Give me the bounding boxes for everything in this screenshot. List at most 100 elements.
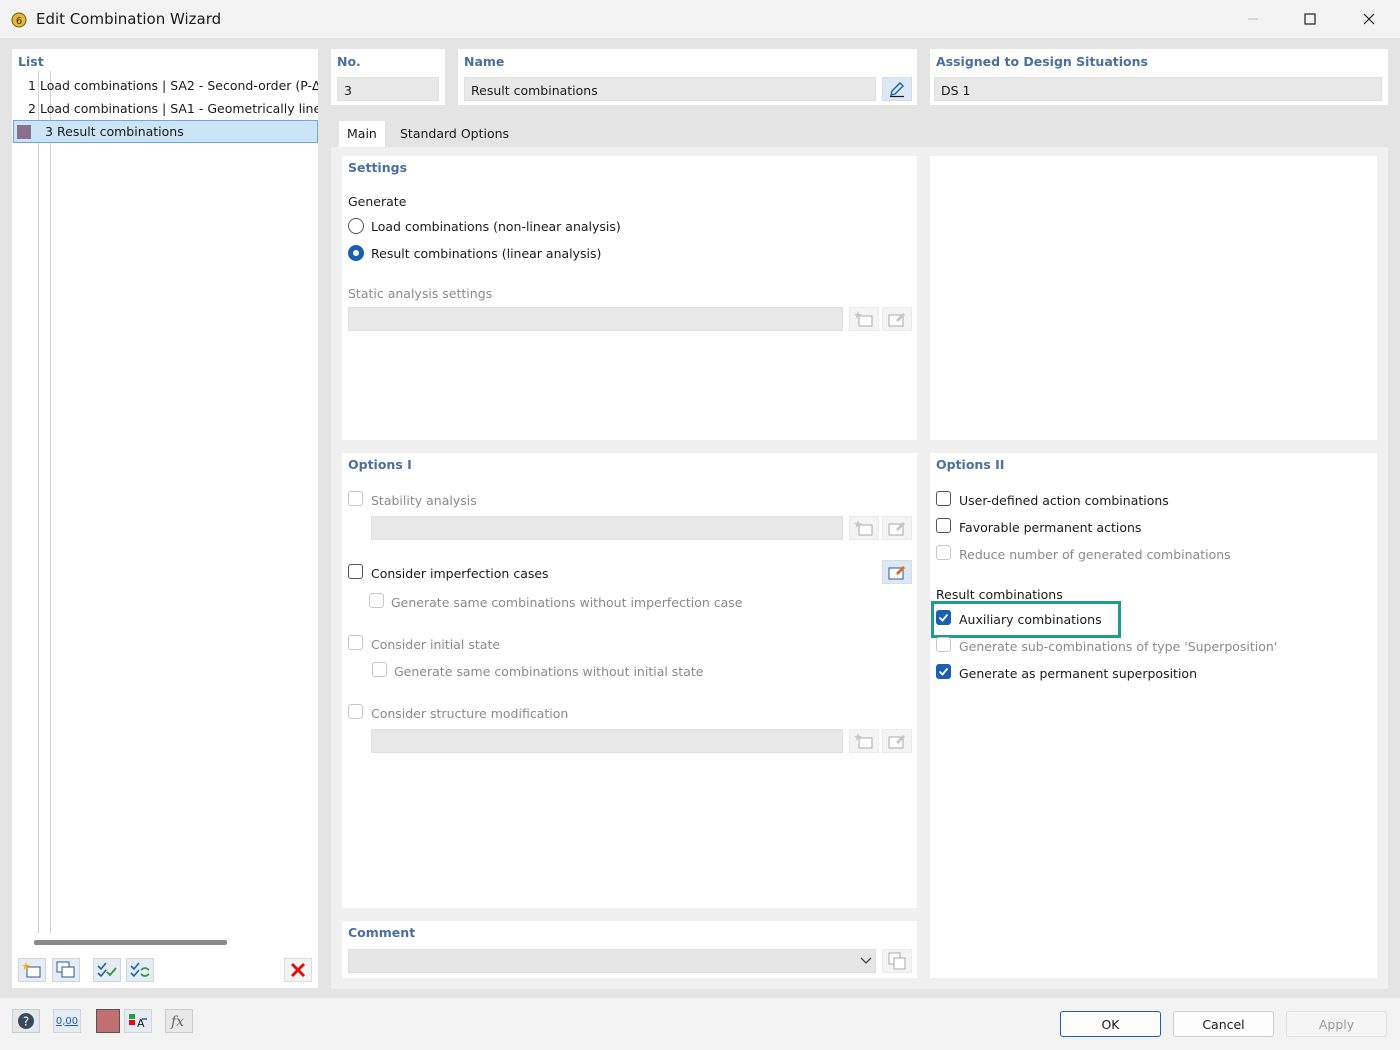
help-button[interactable]: ? (12, 1009, 40, 1033)
comment-header: Comment (348, 925, 416, 940)
initial-state-sub-label: Generate same combinations without initi… (394, 664, 704, 679)
imperfection-sub-label: Generate same combinations without imper… (391, 595, 743, 610)
comment-panel: Comment (342, 921, 917, 978)
auxiliary-combinations-checkbox[interactable] (936, 610, 951, 625)
display-properties-button[interactable]: A (124, 1009, 152, 1033)
tree-line (38, 71, 39, 933)
options-2-header: Options II (936, 457, 1005, 472)
static-analysis-field[interactable] (348, 307, 843, 331)
list-item-label: Result combinations (57, 124, 184, 139)
assigned-label: Assigned to Design Situations (936, 54, 1148, 69)
edit-dialog-icon (888, 566, 905, 580)
minimize-icon (1248, 18, 1258, 20)
list-item[interactable]: 2 Load combinations | SA1 - Geometricall… (16, 97, 318, 120)
cancel-button[interactable]: Cancel (1173, 1011, 1274, 1037)
design-situation-field[interactable]: DS 1 (934, 77, 1382, 101)
color-button[interactable] (96, 1009, 120, 1033)
checkmark-icon (938, 613, 949, 622)
comment-field[interactable] (348, 949, 876, 973)
structure-modification-field[interactable] (371, 729, 843, 753)
edit-dialog-icon (888, 522, 905, 536)
result-combinations-group-label: Result combinations (936, 587, 1063, 602)
check-sync-icon (130, 962, 150, 978)
edit-imperfection-button[interactable] (882, 560, 912, 584)
list-item-selected[interactable]: 3 Result combinations (13, 120, 318, 143)
units-icon: 0,00 (55, 1015, 79, 1027)
ok-button[interactable]: OK (1060, 1011, 1161, 1037)
edit-stability-button[interactable] (882, 516, 912, 540)
new-item-icon (854, 311, 873, 327)
stability-analysis-checkbox[interactable] (348, 491, 363, 506)
edit-dialog-icon (888, 313, 905, 327)
apply-button[interactable]: Apply (1286, 1011, 1387, 1037)
edit-name-button[interactable] (882, 77, 912, 101)
user-defined-combinations-checkbox[interactable] (936, 491, 951, 506)
edit-static-analysis-button[interactable] (882, 307, 912, 331)
imperfection-sub-checkbox[interactable] (369, 593, 384, 608)
imperfection-cases-checkbox[interactable] (348, 564, 363, 579)
chevron-down-icon[interactable] (860, 956, 872, 966)
list-item-no: 1 (28, 78, 36, 93)
settings-panel: Settings Generate Load combinations (non… (342, 156, 917, 440)
tab-standard-options[interactable]: Standard Options (392, 121, 518, 147)
display-properties-icon: A (129, 1014, 147, 1030)
stability-analysis-field[interactable] (371, 516, 843, 540)
dialog-footer: ? 0,00 A fx OK Cancel Apply (0, 998, 1400, 1050)
sub-combinations-checkbox[interactable] (936, 637, 951, 652)
new-structure-modification-button[interactable] (849, 729, 879, 753)
name-field[interactable]: Result combinations (464, 77, 876, 101)
list-item[interactable]: 1 Load combinations | SA2 - Second-order… (16, 74, 318, 97)
static-analysis-label: Static analysis settings (348, 286, 493, 301)
result-combinations-label: Result combinations (linear analysis) (371, 246, 602, 261)
maximize-button[interactable] (1281, 0, 1339, 38)
edit-dialog-icon (888, 735, 905, 749)
result-combinations-radio[interactable] (348, 245, 364, 261)
preview-panel (930, 156, 1377, 440)
number-field[interactable]: 3 (337, 77, 439, 101)
list-item-no: 3 (45, 124, 53, 139)
copy-item-button[interactable] (52, 958, 80, 982)
reduce-combinations-label: Reduce number of generated combinations (959, 547, 1231, 562)
comment-library-button[interactable] (882, 949, 912, 973)
window-title: Edit Combination Wizard (36, 10, 222, 28)
imperfection-cases-label: Consider imperfection cases (371, 566, 549, 581)
stability-analysis-label: Stability analysis (371, 493, 477, 508)
assigned-panel: Assigned to Design Situations DS 1 (930, 49, 1388, 105)
name-panel: Name Result combinations (458, 49, 917, 105)
copy-icon (56, 961, 75, 978)
load-combinations-radio[interactable] (348, 218, 364, 234)
new-item-button[interactable] (18, 958, 46, 982)
tab-main[interactable]: Main (339, 121, 385, 147)
generate-label: Generate (348, 194, 407, 209)
horizontal-scrollbar[interactable] (34, 940, 227, 945)
favorable-permanent-checkbox[interactable] (936, 518, 951, 533)
check-renumber-button[interactable] (126, 958, 154, 982)
structure-modification-label: Consider structure modification (371, 706, 569, 721)
new-stability-button[interactable] (849, 516, 879, 540)
maximize-icon (1304, 13, 1316, 25)
sub-combinations-label: Generate sub-combinations of type 'Super… (959, 639, 1278, 654)
svg-text:?: ? (23, 1015, 29, 1029)
units-button[interactable]: 0,00 (53, 1009, 81, 1033)
list-header: List (18, 54, 44, 69)
close-button[interactable] (1340, 0, 1398, 38)
edit-pencil-icon (890, 82, 904, 98)
delete-item-button[interactable] (284, 958, 312, 982)
title-bar: 6 Edit Combination Wizard (0, 0, 1400, 38)
new-static-analysis-button[interactable] (849, 307, 879, 331)
formula-button[interactable]: fx (165, 1009, 193, 1033)
initial-state-checkbox[interactable] (348, 635, 363, 650)
list-panel: List 1 Load combinations | SA2 - Second-… (12, 49, 318, 988)
minimize-button[interactable] (1224, 0, 1282, 38)
reduce-combinations-checkbox[interactable] (936, 545, 951, 560)
checkmark-icon (938, 667, 949, 676)
edit-structure-modification-button[interactable] (882, 729, 912, 753)
help-icon: ? (18, 1013, 34, 1029)
initial-state-sub-checkbox[interactable] (372, 662, 387, 677)
check-all-button[interactable] (93, 958, 121, 982)
list-item-no: 2 (28, 101, 36, 116)
structure-modification-checkbox[interactable] (348, 704, 363, 719)
options-1-panel: Options I Stability analysis Consider im… (342, 453, 917, 908)
permanent-superposition-checkbox[interactable] (936, 664, 951, 679)
name-label: Name (464, 54, 505, 69)
